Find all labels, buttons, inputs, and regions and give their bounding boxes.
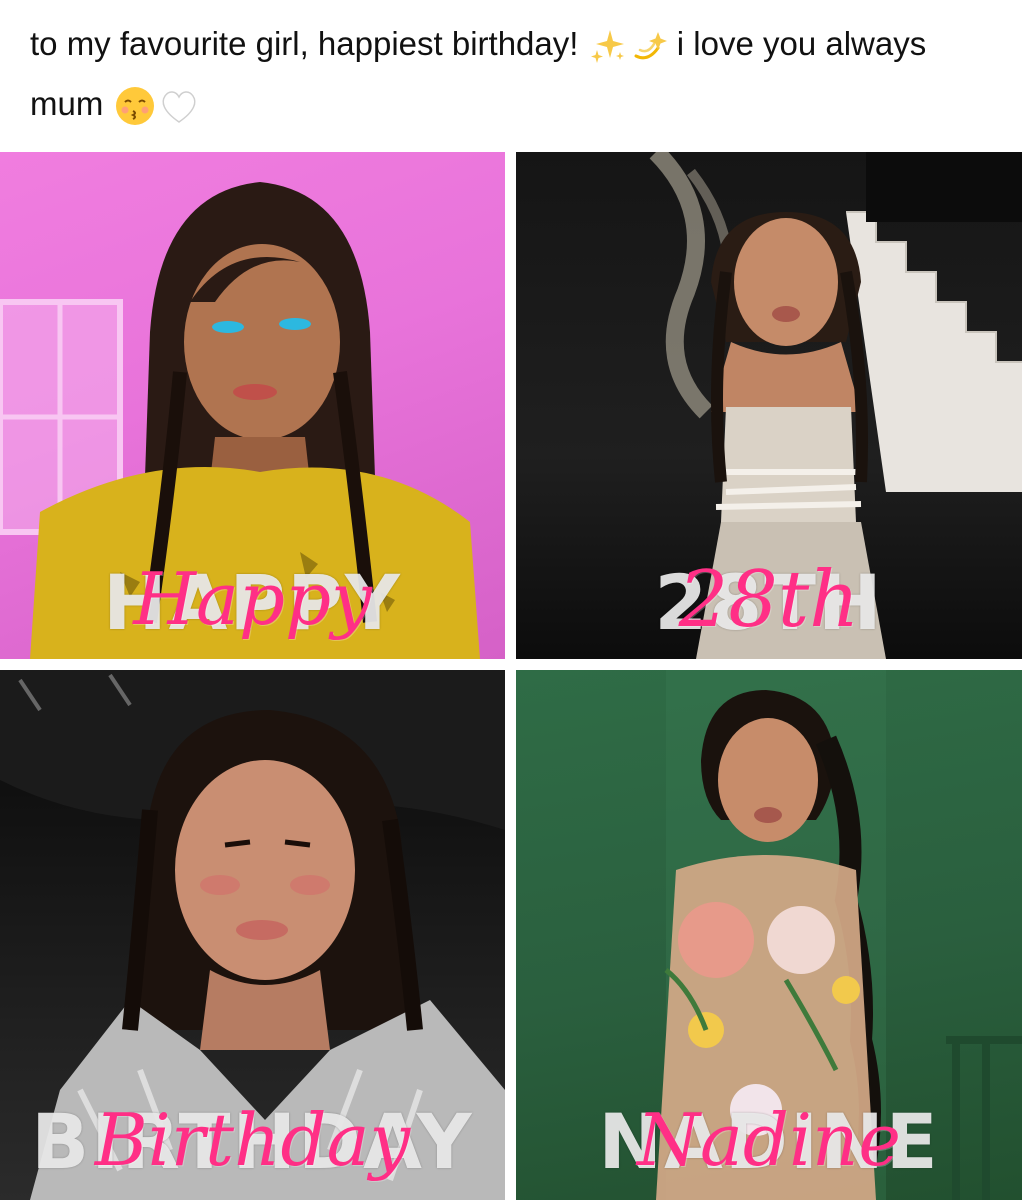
script-text-birthday: Birthday bbox=[94, 1098, 411, 1182]
collage-photo-birthday[interactable]: BIRTHDAY Birthday bbox=[0, 670, 505, 1200]
script-text-happy: Happy bbox=[133, 557, 372, 641]
script-text-nadine: Nadine bbox=[636, 1098, 902, 1182]
post-caption: to my favourite girl, happiest birthday!… bbox=[30, 14, 990, 134]
script-text-28th: 28th bbox=[678, 555, 860, 645]
collage-photo-28th[interactable]: 28TH 28th bbox=[516, 152, 1022, 659]
white-heart-icon bbox=[157, 84, 201, 128]
collage-photo-happy[interactable]: HAPPY Happy bbox=[0, 152, 505, 659]
kissing-face-icon bbox=[113, 84, 157, 128]
sparkles-icon bbox=[588, 26, 628, 66]
caption-text-start: to my favourite girl, happiest birthday! bbox=[30, 25, 588, 62]
photo-collage: HAPPY Happy 28TH 28th BIRTHDAY Birthday … bbox=[0, 152, 1022, 1200]
collage-photo-nadine[interactable]: NADINE Nadine bbox=[516, 670, 1022, 1200]
dizzy-icon bbox=[628, 26, 668, 66]
